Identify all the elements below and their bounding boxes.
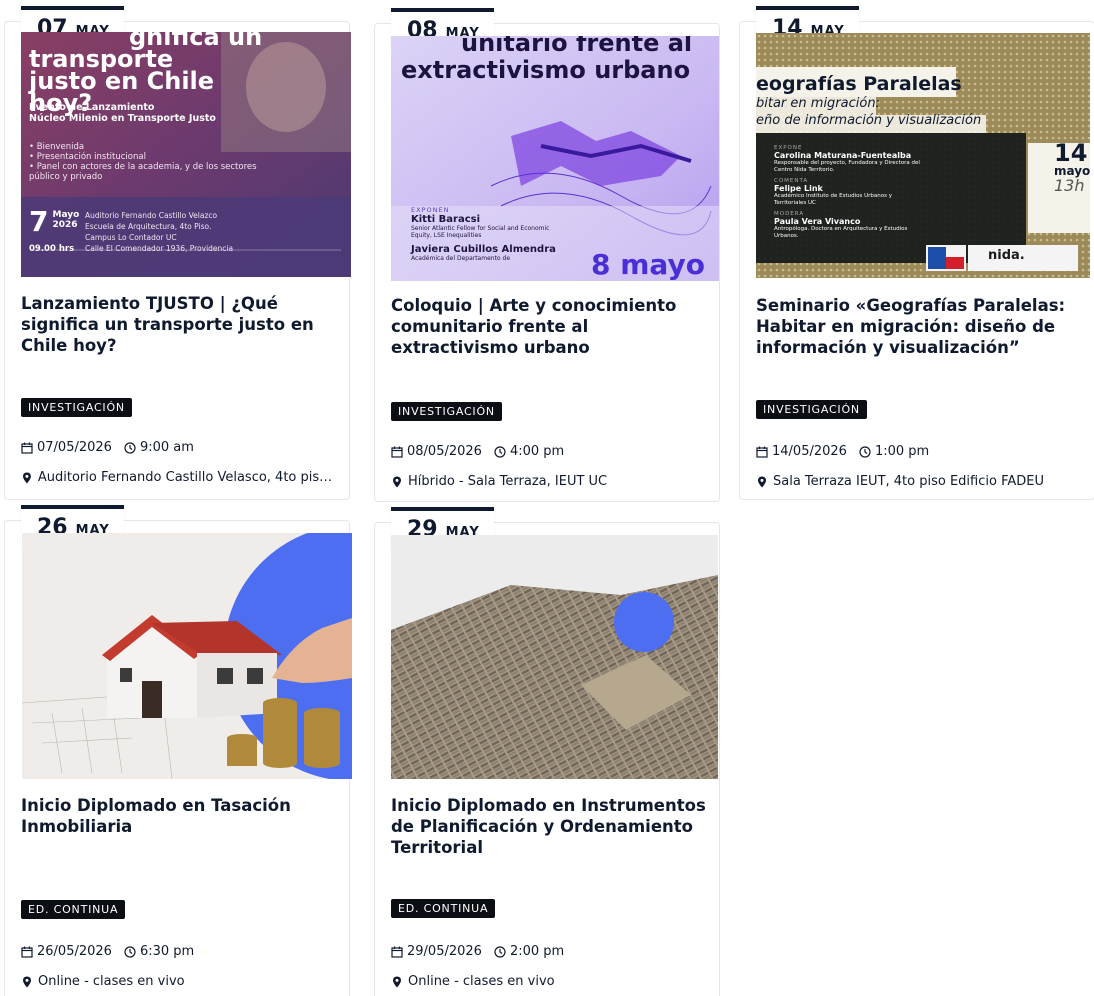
event-date: 07/05/2026 <box>37 440 112 455</box>
event-time: 6:30 pm <box>139 944 195 959</box>
event-card[interactable]: 08 MAY unitario frente al extractivismo … <box>374 8 720 502</box>
thumb-person: Paula Vera Vivanco <box>774 217 861 226</box>
category-badge[interactable]: INVESTIGACIÓN <box>391 402 502 421</box>
event-meta: 26/05/2026 6:30 pm <box>21 944 194 959</box>
map-pin-icon <box>758 476 766 487</box>
thumb-venue: Calle El Comendador 1936, Providencia <box>85 244 234 253</box>
thumb-big-day: 7 <box>29 205 49 238</box>
thumb-bullet: • Bienvenida <box>29 142 85 152</box>
thumb-venue: Campus Lo Contador UC <box>85 233 177 242</box>
event-card[interactable]: 26 MAY Inicio Diplomado en Tasación Inmo… <box>4 505 352 996</box>
thumb-exponen: EXPONEN <box>411 206 450 214</box>
event-date: 14/05/2026 <box>772 444 847 459</box>
thumb-headline: extractivismo urbano <box>401 56 691 84</box>
event-card[interactable]: 29 MAY Inicio Diplomado en Instrumentos … <box>374 507 720 996</box>
clock-icon <box>859 445 871 458</box>
calendar-icon <box>21 946 33 958</box>
category-badge[interactable]: INVESTIGACIÓN <box>756 400 867 419</box>
event-thumbnail[interactable] <box>22 533 352 779</box>
thumbnail-background <box>22 533 352 779</box>
event-title[interactable]: Coloquio | Arte y conocimiento comunitar… <box>391 295 707 358</box>
calendar-icon <box>21 442 33 454</box>
thumb-venue: Auditorio Fernando Castillo Velazco <box>85 211 218 220</box>
thumbnail-background <box>391 535 718 779</box>
map-pin-icon <box>22 472 31 483</box>
event-date: 29/05/2026 <box>407 944 482 959</box>
thumb-person-role: Académico Instituto de Estudios Urbanos … <box>774 193 893 206</box>
event-meta: 14/05/2026 1:00 pm <box>756 444 929 459</box>
thumb-headline: eografías Paralelas <box>756 73 962 95</box>
event-title[interactable]: Seminario «Geografías Paralelas: Habitar… <box>756 295 1082 358</box>
event-date: 08/05/2026 <box>407 444 482 459</box>
thumb-speaker: Javiera Cubillos Almendra <box>411 244 556 255</box>
thumb-sub2: Núcleo Milenio en Transporte Justo <box>29 113 216 124</box>
clock-icon <box>494 945 506 958</box>
thumb-bullet: • Panel con actores de la academia, y de… <box>29 162 257 182</box>
event-thumbnail[interactable]: gnifica un transporte justo en Chile hoy… <box>21 32 351 277</box>
event-location-text: Auditorio Fernando Castillo Velasco, 4to… <box>37 470 337 485</box>
thumb-person-role: Antropóloga. Doctora en Arquitectura y E… <box>774 226 908 239</box>
thumb-big-hour: 13h <box>1054 176 1085 195</box>
event-location-text: Online - clases en vivo <box>38 974 185 989</box>
event-location-text: Híbrido - Sala Terraza, IEUT UC <box>408 474 608 489</box>
event-time: 4:00 pm <box>509 444 565 459</box>
thumb-mayo: Mayo <box>52 210 80 220</box>
event-time: 9:00 am <box>139 440 194 455</box>
thumb-speaker-role: Académica del Departamento de <box>411 255 511 262</box>
thumb-bullet: • Presentación institucional <box>29 152 146 162</box>
thumb-person: Felipe Link <box>774 184 823 193</box>
event-location: Online - clases en vivo <box>21 974 337 989</box>
event-title[interactable]: Inicio Diplomado en Instrumentos de Plan… <box>391 795 707 858</box>
calendar-icon <box>391 446 403 458</box>
thumb-person-role: Responsable del proyecto, Fundadora y Di… <box>774 160 920 173</box>
event-meta: 08/05/2026 4:00 pm <box>391 444 564 459</box>
event-thumbnail[interactable] <box>391 535 718 779</box>
thumb-sub1: Evento de Lanzamiento <box>29 102 155 113</box>
thumb-big-date: 8 mayo <box>591 248 705 281</box>
event-meta: 29/05/2026 2:00 pm <box>391 944 564 959</box>
event-location: Auditorio Fernando Castillo Velasco, 4to… <box>21 470 337 485</box>
category-badge[interactable]: INVESTIGACIÓN <box>21 398 132 417</box>
thumb-sub2: eño de información y visualización <box>756 113 982 128</box>
event-thumbnail[interactable]: unitario frente al extractivismo urbano … <box>391 36 719 281</box>
event-location: Híbrido - Sala Terraza, IEUT UC <box>391 474 707 489</box>
thumb-sub1: bitar en migración: <box>756 96 880 111</box>
event-card[interactable]: 07 MAY gnifica un transporte justo en Ch… <box>4 6 351 500</box>
map-pin-icon <box>393 476 401 487</box>
thumb-year: 2026 <box>52 220 78 230</box>
calendar-icon <box>391 946 403 958</box>
event-location-text: Sala Terraza IEUT, 4to piso Edificio FAD… <box>773 474 1044 489</box>
event-thumbnail[interactable]: eografías Paralelas bitar en migración: … <box>756 33 1090 278</box>
thumb-headline-top: unitario frente al <box>461 36 693 57</box>
event-time: 2:00 pm <box>509 944 565 959</box>
event-title[interactable]: Lanzamiento TJUSTO | ¿Qué significa un t… <box>21 293 337 356</box>
map-pin-icon <box>393 976 401 987</box>
thumb-big-day: 14 <box>1054 139 1088 167</box>
thumb-venue: Escuela de Arquitectura, 4to Piso. <box>85 222 212 231</box>
event-time: 1:00 pm <box>874 444 930 459</box>
event-location-text: Online - clases en vivo <box>408 974 555 989</box>
thumb-logo: nida. <box>988 248 1025 263</box>
thumb-hour: 09.00 hrs <box>29 244 75 254</box>
event-location: Sala Terraza IEUT, 4to piso Edificio FAD… <box>756 474 1082 489</box>
event-title[interactable]: Inicio Diplomado en Tasación Inmobiliari… <box>21 795 337 837</box>
map-pin-icon <box>23 976 31 987</box>
event-date: 26/05/2026 <box>37 944 112 959</box>
thumb-speaker-role: Senior Atlantic Fellow for Social and Ec… <box>411 225 550 239</box>
event-meta: 07/05/2026 9:00 am <box>21 440 194 455</box>
event-location: Online - clases en vivo <box>391 974 707 989</box>
thumb-person: Carolina Maturana-Fuentealba <box>774 151 912 160</box>
calendar-icon <box>756 446 768 458</box>
clock-icon <box>494 445 506 458</box>
category-badge[interactable]: ED. CONTINUA <box>391 899 496 918</box>
thumb-speaker: Kitti Baracsi <box>411 214 481 225</box>
category-badge[interactable]: ED. CONTINUA <box>21 900 126 919</box>
clock-icon <box>124 945 136 958</box>
event-card[interactable]: 14 MAY eografías Paralelas bitar en migr… <box>739 6 1094 500</box>
clock-icon <box>124 441 136 454</box>
